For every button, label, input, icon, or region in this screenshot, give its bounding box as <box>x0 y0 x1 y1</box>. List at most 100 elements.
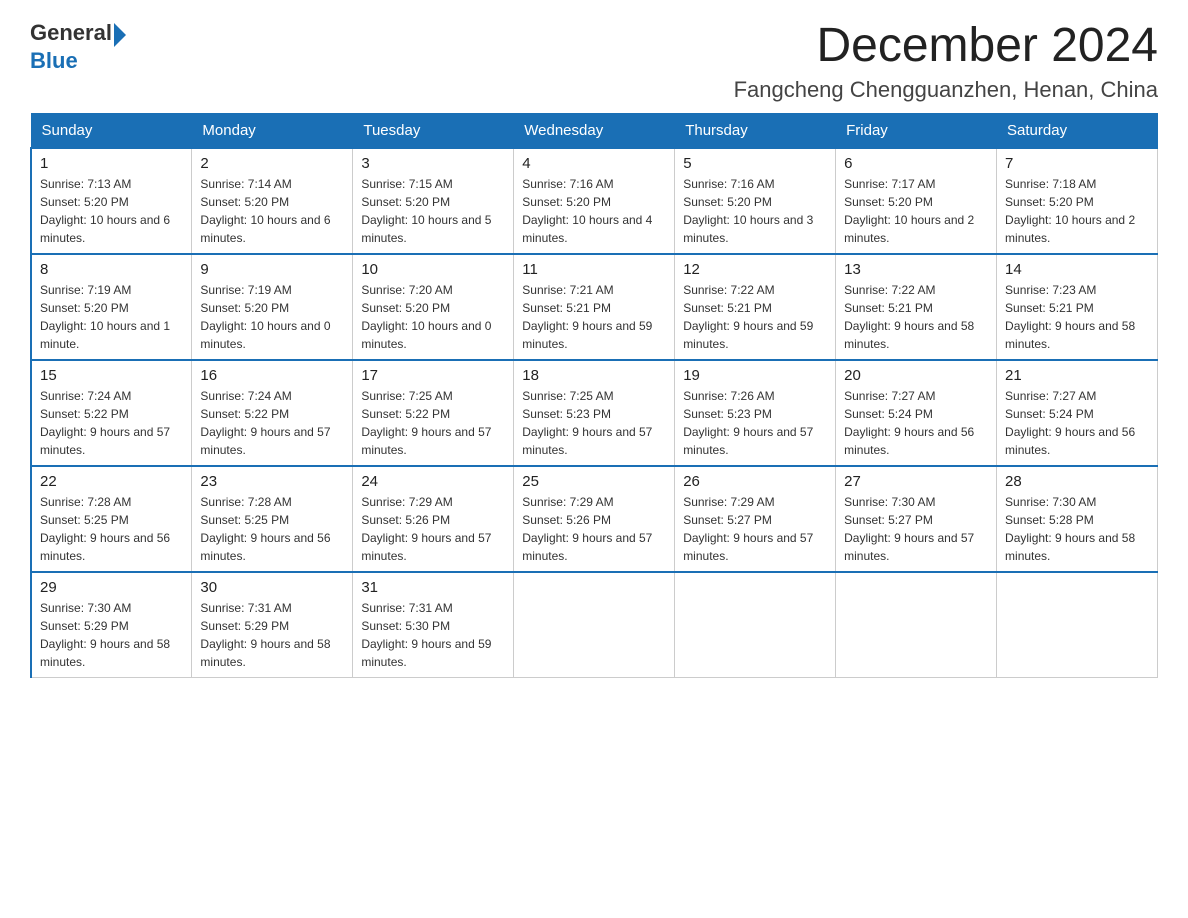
day-info: Sunrise: 7:19 AMSunset: 5:20 PMDaylight:… <box>40 281 183 353</box>
day-number: 20 <box>844 367 988 384</box>
day-number: 26 <box>683 473 827 490</box>
day-info: Sunrise: 7:20 AMSunset: 5:20 PMDaylight:… <box>361 281 505 353</box>
calendar-table: SundayMondayTuesdayWednesdayThursdayFrid… <box>30 113 1158 678</box>
day-number: 1 <box>40 155 183 172</box>
day-info: Sunrise: 7:22 AMSunset: 5:21 PMDaylight:… <box>683 281 827 353</box>
day-number: 24 <box>361 473 505 490</box>
header-row: SundayMondayTuesdayWednesdayThursdayFrid… <box>31 113 1158 148</box>
day-info: Sunrise: 7:25 AMSunset: 5:23 PMDaylight:… <box>522 387 666 459</box>
calendar-cell <box>997 572 1158 678</box>
calendar-cell: 6Sunrise: 7:17 AMSunset: 5:20 PMDaylight… <box>836 148 997 254</box>
calendar-cell <box>836 572 997 678</box>
header-friday: Friday <box>836 113 997 148</box>
day-number: 11 <box>522 261 666 278</box>
day-number: 7 <box>1005 155 1149 172</box>
day-number: 9 <box>200 261 344 278</box>
day-number: 23 <box>200 473 344 490</box>
calendar-cell <box>514 572 675 678</box>
day-info: Sunrise: 7:31 AMSunset: 5:29 PMDaylight:… <box>200 599 344 671</box>
logo-general-text: General <box>30 20 112 46</box>
day-number: 14 <box>1005 261 1149 278</box>
day-info: Sunrise: 7:22 AMSunset: 5:21 PMDaylight:… <box>844 281 988 353</box>
day-number: 19 <box>683 367 827 384</box>
day-number: 10 <box>361 261 505 278</box>
calendar-week-row: 8 Sunrise: 7:19 AMSunset: 5:20 PMDaylight… <box>31 254 1158 360</box>
title-block: December 2024 Fangcheng Chengguanzhen, H… <box>734 20 1158 103</box>
calendar-cell: 11 Sunrise: 7:21 AMSunset: 5:21 PMDayligh… <box>514 254 675 360</box>
calendar-cell: 2 Sunrise: 7:14 AMSunset: 5:20 PMDaylight… <box>192 148 353 254</box>
day-info: Sunrise: 7:29 AMSunset: 5:26 PMDaylight:… <box>522 493 666 565</box>
day-number: 13 <box>844 261 988 278</box>
calendar-cell: 17Sunrise: 7:25 AMSunset: 5:22 PMDayligh… <box>353 360 514 466</box>
day-number: 4 <box>522 155 666 172</box>
day-number: 6 <box>844 155 988 172</box>
day-info: Sunrise: 7:14 AMSunset: 5:20 PMDaylight:… <box>200 175 344 247</box>
header-sunday: Sunday <box>31 113 192 148</box>
day-info: Sunrise: 7:16 AMSunset: 5:20 PMDaylight:… <box>683 175 827 247</box>
day-info: Sunrise: 7:19 AMSunset: 5:20 PMDaylight:… <box>200 281 344 353</box>
day-info: Sunrise: 7:13 AMSunset: 5:20 PMDaylight:… <box>40 175 183 247</box>
day-number: 25 <box>522 473 666 490</box>
day-number: 3 <box>361 155 505 172</box>
day-number: 16 <box>200 367 344 384</box>
day-info: Sunrise: 7:28 AMSunset: 5:25 PMDaylight:… <box>200 493 344 565</box>
day-info: Sunrise: 7:30 AMSunset: 5:27 PMDaylight:… <box>844 493 988 565</box>
calendar-cell: 10 Sunrise: 7:20 AMSunset: 5:20 PMDayligh… <box>353 254 514 360</box>
calendar-cell: 4 Sunrise: 7:16 AMSunset: 5:20 PMDaylight… <box>514 148 675 254</box>
calendar-cell: 18 Sunrise: 7:25 AMSunset: 5:23 PMDayligh… <box>514 360 675 466</box>
calendar-cell: 5 Sunrise: 7:16 AMSunset: 5:20 PMDaylight… <box>675 148 836 254</box>
calendar-cell: 12 Sunrise: 7:22 AMSunset: 5:21 PMDayligh… <box>675 254 836 360</box>
header-wednesday: Wednesday <box>514 113 675 148</box>
calendar-cell: 15 Sunrise: 7:24 AMSunset: 5:22 PMDayligh… <box>31 360 192 466</box>
day-info: Sunrise: 7:26 AMSunset: 5:23 PMDaylight:… <box>683 387 827 459</box>
calendar-cell: 13 Sunrise: 7:22 AMSunset: 5:21 PMDayligh… <box>836 254 997 360</box>
header-monday: Monday <box>192 113 353 148</box>
calendar-cell <box>675 572 836 678</box>
header-thursday: Thursday <box>675 113 836 148</box>
calendar-cell: 26 Sunrise: 7:29 AMSunset: 5:27 PMDayligh… <box>675 466 836 572</box>
day-info: Sunrise: 7:24 AMSunset: 5:22 PMDaylight:… <box>40 387 183 459</box>
calendar-cell: 7 Sunrise: 7:18 AMSunset: 5:20 PMDaylight… <box>997 148 1158 254</box>
calendar-cell: 24Sunrise: 7:29 AMSunset: 5:26 PMDayligh… <box>353 466 514 572</box>
day-info: Sunrise: 7:29 AMSunset: 5:27 PMDaylight:… <box>683 493 827 565</box>
day-number: 2 <box>200 155 344 172</box>
day-info: Sunrise: 7:27 AMSunset: 5:24 PMDaylight:… <box>844 387 988 459</box>
day-number: 29 <box>40 579 183 596</box>
day-info: Sunrise: 7:30 AMSunset: 5:29 PMDaylight:… <box>40 599 183 671</box>
calendar-cell: 8 Sunrise: 7:19 AMSunset: 5:20 PMDaylight… <box>31 254 192 360</box>
calendar-cell: 23 Sunrise: 7:28 AMSunset: 5:25 PMDayligh… <box>192 466 353 572</box>
calendar-cell: 19 Sunrise: 7:26 AMSunset: 5:23 PMDayligh… <box>675 360 836 466</box>
day-number: 18 <box>522 367 666 384</box>
day-info: Sunrise: 7:30 AMSunset: 5:28 PMDaylight:… <box>1005 493 1149 565</box>
calendar-week-row: 1 Sunrise: 7:13 AMSunset: 5:20 PMDaylight… <box>31 148 1158 254</box>
calendar-cell: 28 Sunrise: 7:30 AMSunset: 5:28 PMDayligh… <box>997 466 1158 572</box>
calendar-cell: 1 Sunrise: 7:13 AMSunset: 5:20 PMDaylight… <box>31 148 192 254</box>
day-info: Sunrise: 7:21 AMSunset: 5:21 PMDaylight:… <box>522 281 666 353</box>
calendar-week-row: 15 Sunrise: 7:24 AMSunset: 5:22 PMDayligh… <box>31 360 1158 466</box>
day-info: Sunrise: 7:16 AMSunset: 5:20 PMDaylight:… <box>522 175 666 247</box>
calendar-cell: 27Sunrise: 7:30 AMSunset: 5:27 PMDayligh… <box>836 466 997 572</box>
day-info: Sunrise: 7:18 AMSunset: 5:20 PMDaylight:… <box>1005 175 1149 247</box>
logo-blue-text: Blue <box>30 48 78 73</box>
day-number: 21 <box>1005 367 1149 384</box>
day-number: 12 <box>683 261 827 278</box>
calendar-cell: 14Sunrise: 7:23 AMSunset: 5:21 PMDayligh… <box>997 254 1158 360</box>
calendar-cell: 9 Sunrise: 7:19 AMSunset: 5:20 PMDaylight… <box>192 254 353 360</box>
day-number: 15 <box>40 367 183 384</box>
day-info: Sunrise: 7:24 AMSunset: 5:22 PMDaylight:… <box>200 387 344 459</box>
day-info: Sunrise: 7:15 AMSunset: 5:20 PMDaylight:… <box>361 175 505 247</box>
logo-triangle-icon <box>114 23 126 47</box>
page-header: General Blue December 2024 Fangcheng Che… <box>30 20 1158 103</box>
header-saturday: Saturday <box>997 113 1158 148</box>
day-number: 17 <box>361 367 505 384</box>
calendar-cell: 20 Sunrise: 7:27 AMSunset: 5:24 PMDayligh… <box>836 360 997 466</box>
day-number: 28 <box>1005 473 1149 490</box>
day-number: 22 <box>40 473 183 490</box>
day-info: Sunrise: 7:31 AMSunset: 5:30 PMDaylight:… <box>361 599 505 671</box>
calendar-cell: 21Sunrise: 7:27 AMSunset: 5:24 PMDayligh… <box>997 360 1158 466</box>
day-info: Sunrise: 7:28 AMSunset: 5:25 PMDaylight:… <box>40 493 183 565</box>
calendar-week-row: 22 Sunrise: 7:28 AMSunset: 5:25 PMDayligh… <box>31 466 1158 572</box>
day-number: 8 <box>40 261 183 278</box>
day-number: 5 <box>683 155 827 172</box>
day-number: 30 <box>200 579 344 596</box>
